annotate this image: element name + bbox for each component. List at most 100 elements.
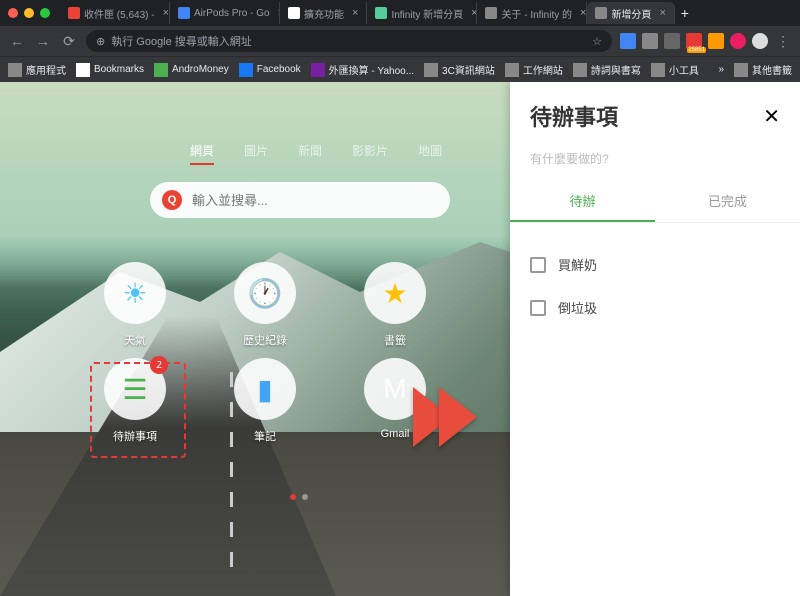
close-icon[interactable]: ✕ xyxy=(763,104,780,129)
close-window[interactable] xyxy=(8,8,18,18)
search-engine-logo[interactable]: Q xyxy=(162,190,182,210)
bookmark-icon xyxy=(76,63,90,77)
todo-panel: 待辦事項 ✕ 有什麼要做的? 待辦 已完成 買鮮奶倒垃圾 xyxy=(510,82,800,596)
search-category-tabs: 網頁 圖片 新聞 影影片 地圖 xyxy=(190,142,442,165)
ext-flag-icon[interactable] xyxy=(642,33,658,49)
bookmark-icon xyxy=(154,63,168,77)
bookmark-item[interactable]: 3C資訊網站 xyxy=(424,62,495,77)
app-label: 筆記 xyxy=(254,428,276,444)
menu-icon[interactable]: ⋮ xyxy=(774,33,792,50)
bookmark-icon xyxy=(8,63,22,77)
bookmark-item[interactable]: 外匯換算 - Yahoo... xyxy=(311,62,414,77)
bookmark-icon xyxy=(505,63,519,77)
bookmark-item[interactable]: 詩詞與書寫 xyxy=(573,62,641,77)
speed-dial-書籤[interactable]: ★ 書籤 xyxy=(330,262,460,348)
tab-todo[interactable]: 待辦 xyxy=(510,181,655,222)
bookmarks-bar: 應用程式 Bookmarks AndroMoney Facebook 外匯換算 - Ya… xyxy=(0,56,800,82)
tab-close-icon[interactable]: × xyxy=(163,7,169,19)
checkbox[interactable] xyxy=(530,300,546,316)
other-bookmarks[interactable]: 其他書籤 xyxy=(734,62,792,77)
ext-adblock-icon[interactable]: 25851 xyxy=(686,33,702,49)
bookmark-icon xyxy=(311,63,325,77)
bookmark-item[interactable]: 工作網站 xyxy=(505,62,563,77)
app-label: 歷史紀錄 xyxy=(243,332,287,348)
checkbox[interactable] xyxy=(530,257,546,273)
speed-dial-歷史紀錄[interactable]: 🕐 歷史紀錄 xyxy=(200,262,330,348)
browser-tab[interactable]: 新增分頁× xyxy=(587,2,674,24)
app-icon: ☀ xyxy=(104,262,166,324)
back-icon[interactable]: ← xyxy=(8,33,26,49)
bookmark-item[interactable]: Bookmarks xyxy=(76,63,144,77)
window-controls xyxy=(8,8,50,18)
page-dot[interactable] xyxy=(302,494,308,500)
new-tab-button[interactable]: + xyxy=(675,5,695,21)
annotation-arrows xyxy=(425,387,477,447)
tab-favicon xyxy=(375,7,387,19)
forward-icon[interactable]: → xyxy=(34,33,52,49)
browser-tab[interactable]: 收件匣 (5,643) -× xyxy=(60,2,170,24)
speed-dial-grid: ☀天氣🕐歷史紀錄★書籤☰2待辦事項▮筆記MGmail xyxy=(70,262,460,444)
panel-title: 待辦事項 xyxy=(530,100,618,132)
speed-dial-天氣[interactable]: ☀ 天氣 xyxy=(70,262,200,348)
tab-close-icon[interactable]: × xyxy=(659,7,665,19)
tab-close-icon[interactable]: × xyxy=(580,7,586,19)
tab-favicon xyxy=(178,7,190,19)
tab-favicon xyxy=(288,7,300,19)
search-category-tab[interactable]: 圖片 xyxy=(244,142,268,165)
ext-misc-icon[interactable] xyxy=(708,33,724,49)
browser-tab[interactable]: 擴充功能× xyxy=(280,2,367,24)
search-category-tab[interactable]: 地圖 xyxy=(418,142,442,165)
page-dots xyxy=(290,494,308,500)
search-category-tab[interactable]: 網頁 xyxy=(190,142,214,165)
address-bar: ← → ⟳ ⊕ 執行 Google 搜尋或輸入網址 ☆ 25851 ⋮ xyxy=(0,26,800,56)
url-placeholder: 執行 Google 搜尋或輸入網址 xyxy=(111,33,252,49)
maximize-window[interactable] xyxy=(40,8,50,18)
search-input[interactable] xyxy=(192,193,438,208)
page-dot[interactable] xyxy=(290,494,296,500)
todo-item[interactable]: 倒垃圾 xyxy=(530,286,780,329)
browser-tab[interactable]: Infinity 新增分頁× xyxy=(367,2,477,24)
app-icon: ☰2 xyxy=(104,358,166,420)
ext-folder-icon[interactable] xyxy=(664,33,680,49)
bookmark-icon xyxy=(239,63,253,77)
bookmark-item[interactable]: 小工具 xyxy=(651,62,699,77)
ext-translate-icon[interactable] xyxy=(620,33,636,49)
search-category-tab[interactable]: 新聞 xyxy=(298,142,322,165)
bookmark-icon xyxy=(424,63,438,77)
search-box[interactable]: Q xyxy=(150,182,450,218)
app-label: Gmail xyxy=(381,428,410,440)
bookmarks-overflow[interactable]: » xyxy=(718,64,724,75)
bookmark-icon xyxy=(651,63,665,77)
bookmark-item[interactable]: 應用程式 xyxy=(8,62,66,77)
notification-badge: 2 xyxy=(150,356,168,374)
extension-icons: 25851 ⋮ xyxy=(620,33,792,50)
browser-tab-bar: 收件匣 (5,643) -×AirPods Pro - Go×擴充功能×Infi… xyxy=(0,0,800,26)
url-input[interactable]: ⊕ 執行 Google 搜尋或輸入網址 ☆ xyxy=(86,30,612,52)
avatar-icon[interactable] xyxy=(752,33,768,49)
tab-done[interactable]: 已完成 xyxy=(655,181,800,222)
tab-close-icon[interactable]: × xyxy=(352,7,358,19)
speed-dial-筆記[interactable]: ▮筆記 xyxy=(200,358,330,444)
app-label: 天氣 xyxy=(124,332,146,348)
bookmark-icon xyxy=(573,63,587,77)
browser-tab[interactable]: AirPods Pro - Go× xyxy=(170,2,280,24)
arrow-icon xyxy=(439,387,477,447)
todo-list: 買鮮奶倒垃圾 xyxy=(510,223,800,349)
todo-text: 買鮮奶 xyxy=(558,255,597,274)
todo-item[interactable]: 買鮮奶 xyxy=(530,243,780,286)
app-icon: 🕐 xyxy=(234,262,296,324)
ext-circle-icon[interactable] xyxy=(730,33,746,49)
speed-dial-待辦事項[interactable]: ☰2待辦事項 xyxy=(70,358,200,444)
app-icon: ★ xyxy=(364,262,426,324)
browser-tab[interactable]: 关于 - Infinity 的× xyxy=(477,2,587,24)
star-icon[interactable]: ☆ xyxy=(592,35,602,48)
bookmark-item[interactable]: AndroMoney xyxy=(154,63,229,77)
minimize-window[interactable] xyxy=(24,8,34,18)
app-label: 書籤 xyxy=(384,332,406,348)
bookmark-item[interactable]: Facebook xyxy=(239,63,301,77)
tab-favicon xyxy=(68,7,80,19)
reload-icon[interactable]: ⟳ xyxy=(60,33,78,50)
search-category-tab[interactable]: 影影片 xyxy=(352,142,388,165)
todo-input-placeholder[interactable]: 有什麼要做的? xyxy=(510,150,800,167)
tab-favicon xyxy=(485,7,497,19)
